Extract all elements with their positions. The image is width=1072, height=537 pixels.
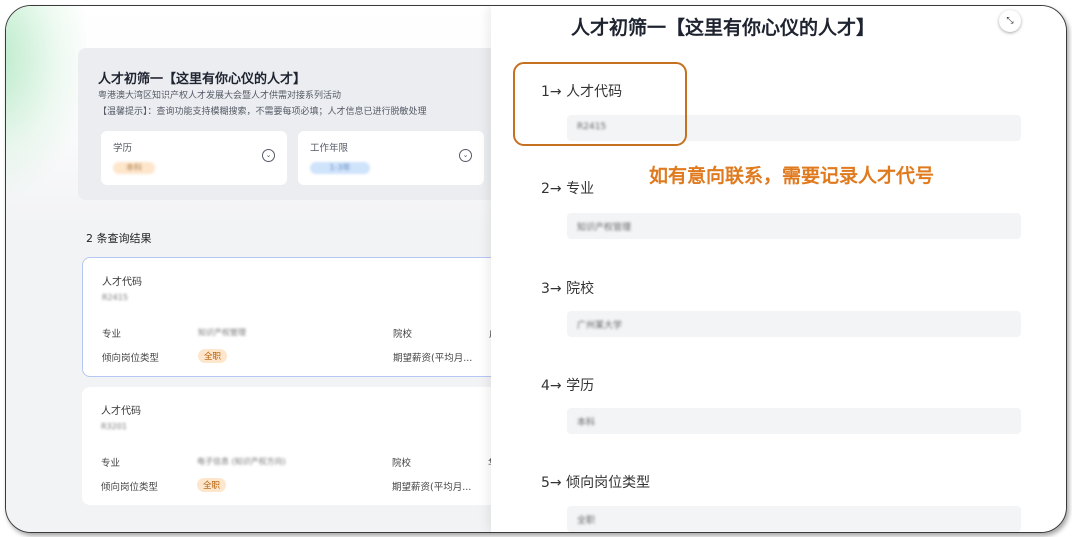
filter-label: 学历 [113,143,133,154]
result-count: 2 条查询结果 [86,232,152,245]
chevron-down-icon[interactable]: ⌄ [459,149,472,162]
talent-code: R3201 [101,422,127,431]
major-label: 专业 [102,329,122,340]
salary-label: 期望薪资(平均月... [392,482,472,493]
job-type-label: 倾向岗位类型 [102,353,160,364]
field-value-major: 知识产权管理 [567,213,1021,239]
field-value-education: 本科 [567,408,1021,434]
field-label-job-type: 5→ 倾向岗位类型 [541,475,651,491]
field-value-school: 广州某大学 [567,311,1021,337]
filter-education[interactable]: 学历 本科 ⌄ [101,131,287,185]
chevron-down-icon[interactable]: ⌄ [262,149,275,162]
major-label: 专业 [101,458,121,469]
field-value-text: 本科 [577,418,596,428]
collapse-arrows-icon[interactable]: ⤡ [999,10,1021,32]
filter-value: 1-3年 [310,162,370,174]
annotation-text: 如有意向联系，需要记录人才代号 [649,165,935,187]
field-label-education: 4→ 学历 [541,378,595,394]
highlight-box [513,62,687,146]
school-label: 院校 [393,329,413,340]
filter-label: 工作年限 [310,143,349,154]
code-label: 人才代码 [102,277,142,288]
job-type-tag: 全职 [197,478,227,492]
talent-code: R2415 [102,293,128,302]
major-value: 电子信息 (知识产权方向) [197,457,286,466]
field-label-major: 2→ 专业 [541,181,595,197]
school-label: 院校 [392,458,412,469]
field-value-text: 广州某大学 [577,321,623,331]
panel-title: 人才初筛一【这里有你心仪的人才】 [571,17,876,39]
page-title: 人才初筛一【这里有你心仪的人才】 [98,72,307,87]
field-value-text: 全职 [577,516,596,526]
filter-value: 本科 [113,162,155,174]
field-value-job-type: 全职 [567,506,1021,532]
filter-work-years[interactable]: 工作年限 1-3年 ⌄ [298,131,484,185]
result-card[interactable]: 人才代码 R2415 专业 知识产权管理 院校 广 倾向岗位类型 全职 期望薪资… [82,257,514,377]
search-header-card: 人才初筛一【这里有你心仪的人才】 粤港澳大湾区知识产权人才发展大会暨人才供需对接… [78,48,518,200]
field-label-school: 3→ 院校 [541,281,595,297]
decorative-glow [6,6,86,196]
salary-label: 期望薪资(平均月... [393,353,473,364]
page-subtitle: 粤港澳大湾区知识产权人才发展大会暨人才供需对接系列活动 [98,91,342,101]
result-card[interactable]: 人才代码 R3201 专业 电子信息 (知识产权方向) 院校 华 倾向岗位类型 … [82,387,512,505]
job-type-label: 倾向岗位类型 [101,482,159,493]
job-type-tag: 全职 [198,349,228,363]
field-value-text: 知识产权管理 [577,223,632,233]
major-value: 知识产权管理 [198,328,246,337]
code-label: 人才代码 [101,406,141,417]
search-tip: 【温馨提示】：查询功能支持模糊搜索，不需要每项必填；人才信息已进行脱敏处理 [98,107,427,117]
